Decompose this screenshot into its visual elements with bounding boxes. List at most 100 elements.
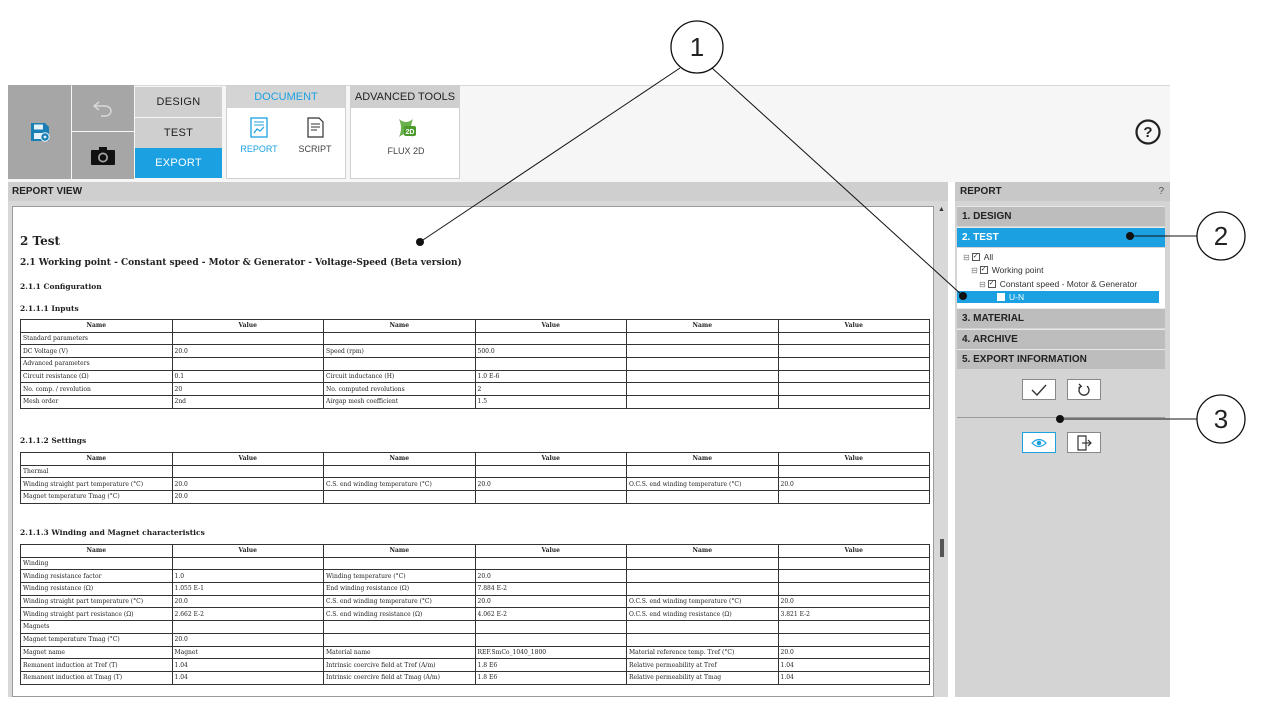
inputs-heading: 2.1.1.1 Inputs bbox=[20, 304, 79, 313]
section-export-information[interactable]: 5. EXPORT INFORMATION bbox=[957, 349, 1165, 369]
mode-test-button[interactable]: TEST bbox=[135, 118, 222, 148]
table-cell: C.S. end winding resistance (Ω) bbox=[323, 607, 476, 622]
column-header: Value bbox=[777, 452, 930, 466]
collapse-icon[interactable]: ⊟ bbox=[963, 253, 970, 262]
tree-item-constant-speed[interactable]: ⊟ ✓ Constant speed - Motor & Generator bbox=[979, 278, 1137, 290]
mode-export-button[interactable]: EXPORT bbox=[135, 148, 222, 178]
preview-icon bbox=[1031, 438, 1047, 447]
table-cell bbox=[171, 556, 324, 571]
table-cell bbox=[171, 464, 324, 479]
table-cell: 20 bbox=[171, 382, 324, 397]
table-cell bbox=[474, 464, 627, 479]
export-icon bbox=[1077, 434, 1092, 451]
table-cell bbox=[777, 395, 930, 409]
tree-item-u-n[interactable]: ✓ U-N bbox=[957, 291, 1159, 303]
scrollbar-thumb[interactable] bbox=[940, 539, 944, 557]
table-cell bbox=[626, 369, 779, 384]
undo-button[interactable] bbox=[72, 85, 134, 131]
table-header-row: Name Value Name Value Name Value bbox=[20, 544, 930, 558]
table-cell: Circuit resistance (Ω) bbox=[20, 369, 173, 384]
report-tool-label: REPORT bbox=[240, 144, 278, 154]
section-archive[interactable]: 4. ARCHIVE bbox=[957, 329, 1165, 349]
table-cell: 2nd bbox=[171, 395, 324, 409]
table-cell bbox=[474, 556, 627, 571]
export-button[interactable] bbox=[1067, 432, 1101, 453]
table-cell bbox=[626, 464, 779, 479]
table-cell: 1.04 bbox=[171, 670, 324, 685]
table-cell bbox=[626, 344, 779, 359]
table-row: No. comp. / revolution 20 No. computed rev… bbox=[20, 382, 930, 397]
flux-2d-tool-button[interactable]: 2D FLUX 2D bbox=[376, 116, 436, 172]
settings-heading: 2.1.1.2 Settings bbox=[20, 436, 87, 445]
tree-item-label: Constant speed - Motor & Generator bbox=[999, 279, 1138, 289]
table-cell: Winding bbox=[20, 556, 173, 571]
column-header: Value bbox=[474, 544, 627, 558]
table-row: Magnets bbox=[20, 620, 930, 634]
settings-table: Name Value Name Value Name Value Thermal Windi… bbox=[20, 452, 930, 504]
table-cell: O.C.S. end winding temperature (°C) bbox=[626, 594, 779, 609]
section-test[interactable]: 2. TEST bbox=[957, 227, 1165, 247]
advanced-tools-group: ADVANCED TOOLS 2D FLUX 2D bbox=[350, 85, 460, 179]
checkbox-checked-icon[interactable]: ✓ bbox=[997, 293, 1005, 301]
document-group: DOCUMENT REPORT SCRIPT bbox=[226, 85, 346, 179]
table-cell: Speed (rpm) bbox=[323, 344, 476, 359]
help-button[interactable]: ? bbox=[1134, 118, 1162, 146]
table-cell bbox=[777, 382, 930, 397]
table-cell bbox=[474, 357, 627, 371]
report-document-icon bbox=[250, 117, 268, 138]
script-tool-button[interactable]: SCRIPT bbox=[285, 116, 345, 172]
section-design[interactable]: 1. DESIGN bbox=[957, 206, 1165, 226]
table-cell: 0.1 bbox=[171, 369, 324, 384]
table-row: Winding resistance (Ω) 1.055 E-1 End windi… bbox=[20, 582, 930, 596]
checkbox-checked-icon[interactable]: ✓ bbox=[987, 280, 996, 288]
inputs-table: Name Value Name Value Name Value Standard par… bbox=[20, 319, 930, 409]
table-cell bbox=[626, 395, 779, 409]
table-cell: 20.0 bbox=[777, 594, 930, 609]
table-row: Magnet temperature Tmag (°C) 20.0 bbox=[20, 490, 930, 504]
table-cell bbox=[626, 382, 779, 397]
help-circle-icon: ? bbox=[1135, 119, 1161, 145]
preview-button[interactable] bbox=[1022, 432, 1056, 453]
table-cell bbox=[626, 331, 779, 346]
tree-item-all[interactable]: ⊟ ✓ All bbox=[963, 251, 993, 263]
flux-2d-tool-label: FLUX 2D bbox=[387, 146, 425, 156]
report-panel-title: REPORT bbox=[960, 186, 1002, 197]
table-cell: 20.0 bbox=[171, 477, 324, 492]
table-cell: 2 bbox=[474, 382, 627, 397]
report-document[interactable]: 2 Test 2.1 Working point - Constant spee… bbox=[12, 206, 934, 697]
report-tool-button[interactable]: REPORT bbox=[229, 116, 289, 172]
collapse-icon[interactable]: ⊟ bbox=[979, 280, 986, 289]
table-row: Thermal bbox=[20, 464, 930, 479]
table-row: DC Voltage (V) 20.0 Speed (rpm) 500.0 bbox=[20, 344, 930, 359]
column-header: Value bbox=[474, 319, 627, 333]
table-cell: 2.662 E-2 bbox=[171, 607, 324, 622]
column-header: Name bbox=[626, 544, 779, 558]
checkbox-checked-icon[interactable]: ✓ bbox=[979, 266, 988, 274]
screenshot-button[interactable] bbox=[72, 132, 134, 179]
table-cell bbox=[777, 582, 930, 596]
table-cell: Winding resistance (Ω) bbox=[20, 582, 173, 596]
reset-button[interactable] bbox=[1067, 379, 1101, 400]
checkbox-checked-icon[interactable]: ✓ bbox=[971, 253, 980, 261]
column-header: Value bbox=[171, 319, 324, 333]
report-panel-help[interactable]: ? bbox=[1158, 186, 1164, 197]
save-button[interactable] bbox=[8, 85, 71, 179]
table-cell: End winding resistance (Ω) bbox=[323, 582, 476, 596]
tree-item-working-point[interactable]: ⊟ ✓ Working point bbox=[971, 264, 1044, 276]
report-scrollbar[interactable]: ▲ bbox=[936, 206, 948, 697]
apply-button[interactable] bbox=[1022, 379, 1056, 400]
table-row: Winding straight part temperature (°C) 20… bbox=[20, 594, 930, 609]
table-header-row: Name Value Name Value Name Value bbox=[20, 319, 930, 333]
section-material[interactable]: 3. MATERIAL bbox=[957, 308, 1165, 328]
callout-number: 3 bbox=[1213, 403, 1229, 434]
callout-number: 1 bbox=[689, 31, 705, 62]
mode-design-button[interactable]: DESIGN bbox=[135, 87, 222, 117]
collapse-icon[interactable]: ⊟ bbox=[971, 266, 978, 275]
table-row: Remanent induction at Tmag (T) 1.04 Intrin… bbox=[20, 670, 930, 685]
column-header: Name bbox=[20, 544, 173, 558]
scroll-up-arrow-icon[interactable]: ▲ bbox=[938, 206, 945, 213]
column-header: Value bbox=[171, 544, 324, 558]
table-cell: 20.0 bbox=[474, 569, 627, 584]
table-cell: 1.8 E6 bbox=[474, 658, 627, 672]
table-cell: Magnet name bbox=[20, 645, 173, 660]
